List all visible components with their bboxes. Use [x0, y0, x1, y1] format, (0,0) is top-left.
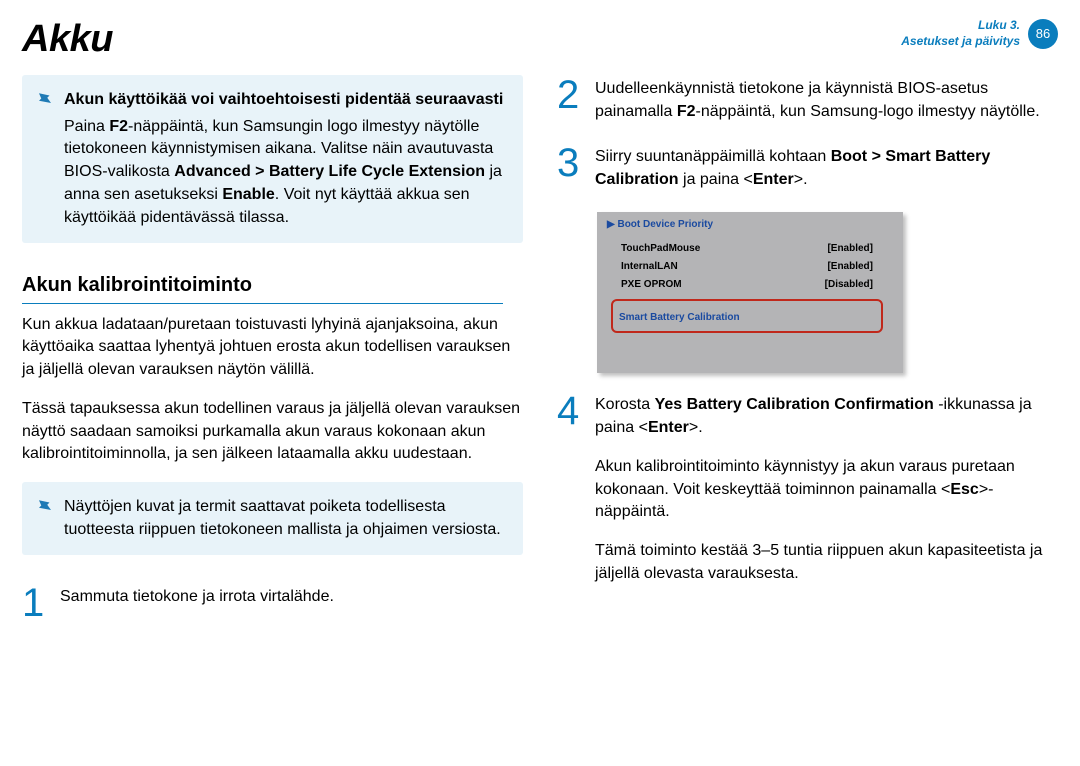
step-number: 4 — [557, 391, 585, 431]
step-number: 3 — [557, 143, 585, 183]
step-2: 2 Uudelleenkäynnistä tietokone ja käynni… — [557, 75, 1058, 123]
step-4-text: Korosta Yes Battery Calibration Confirma… — [595, 391, 1058, 601]
tip-content: Akun käyttöikää voi vaihtoehtoisesti pid… — [64, 89, 505, 229]
step-number: 2 — [557, 75, 585, 115]
section-label: Asetukset ja päivitys — [901, 34, 1020, 50]
bios-item-name: InternalLAN — [621, 260, 678, 274]
tip-body: Paina F2-näppäintä, kun Samsungin logo i… — [64, 116, 505, 230]
bios-heading: ▶ Boot Device Priority — [607, 218, 887, 232]
paragraph-2: Tässä tapauksessa akun todellinen varaus… — [22, 398, 523, 466]
bios-item-value: [Enabled] — [827, 242, 873, 256]
section-heading-calibration: Akun kalibrointitoiminto — [22, 271, 503, 303]
bios-item-value: [Enabled] — [827, 260, 873, 274]
tip-title: Akun käyttöikää voi vaihtoehtoisesti pid… — [64, 89, 505, 112]
step-2-text: Uudelleenkäynnistä tietokone ja käynnist… — [595, 75, 1058, 123]
note-icon — [36, 91, 54, 109]
content-columns: Akun käyttöikää voi vaihtoehtoisesti pid… — [0, 61, 1080, 665]
bios-highlighted-row: Smart Battery Calibration — [611, 299, 883, 334]
step-3: 3 Siirry suuntanäppäimillä kohtaan Boot … — [557, 143, 1058, 191]
tip-box-extend-life: Akun käyttöikää voi vaihtoehtoisesti pid… — [22, 75, 523, 243]
step-3-text: Siirry suuntanäppäimillä kohtaan Boot > … — [595, 143, 1058, 191]
step-4: 4 Korosta Yes Battery Calibration Confir… — [557, 391, 1058, 601]
bios-row: TouchPadMouse [Enabled] — [615, 240, 879, 258]
chapter-label: Luku 3. — [901, 18, 1020, 34]
bios-row: InternalLAN [Enabled] — [615, 258, 879, 276]
bios-row: PXE OPROM [Disabled] — [615, 276, 879, 294]
bios-screenshot: ▶ Boot Device Priority TouchPadMouse [En… — [597, 212, 903, 373]
bios-item-name: PXE OPROM — [621, 278, 682, 292]
bios-panel: ▶ Boot Device Priority TouchPadMouse [En… — [597, 212, 897, 367]
tip-body-2: Näyttöjen kuvat ja termit saattavat poik… — [64, 496, 505, 541]
header-chapter: Luku 3. Asetukset ja päivitys — [901, 18, 1020, 49]
right-column: 2 Uudelleenkäynnistä tietokone ja käynni… — [557, 75, 1058, 643]
left-column: Akun käyttöikää voi vaihtoehtoisesti pid… — [22, 75, 523, 643]
header-meta: Luku 3. Asetukset ja päivitys 86 — [901, 18, 1058, 49]
step-4-duration: Tämä toiminto kestää 3–5 tuntia riippuen… — [595, 540, 1058, 585]
page-title: Akku — [22, 18, 113, 61]
bios-highlight-label: Smart Battery Calibration — [619, 312, 740, 323]
step-1: 1 Sammuta tietokone ja irrota virtalähde… — [22, 583, 523, 623]
paragraph-1: Kun akkua ladataan/puretaan toistuvasti … — [22, 314, 523, 382]
step-1-text: Sammuta tietokone ja irrota virtalähde. — [60, 583, 523, 609]
page-header: Akku Luku 3. Asetukset ja päivitys 86 — [0, 0, 1080, 61]
page-number-badge: 86 — [1028, 19, 1058, 49]
note-icon — [36, 498, 54, 516]
step-number: 1 — [22, 583, 50, 623]
tip-box-screenshots: Näyttöjen kuvat ja termit saattavat poik… — [22, 482, 523, 555]
bios-item-name: TouchPadMouse — [621, 242, 700, 256]
bios-item-value: [Disabled] — [825, 278, 873, 292]
